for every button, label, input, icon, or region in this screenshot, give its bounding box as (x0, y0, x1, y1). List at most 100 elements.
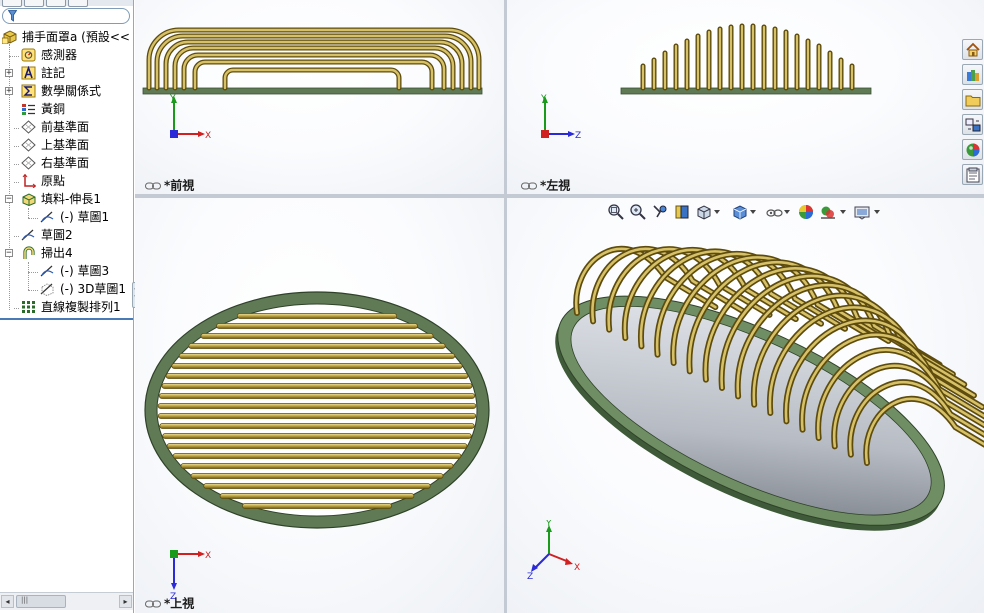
tree-item-label: 右基準面 (41, 156, 90, 170)
tree-item-label: 掃出4 (41, 246, 73, 260)
view-settings-button[interactable] (853, 203, 871, 221)
viewport-isometric[interactable]: Y X Z (507, 198, 984, 613)
wire-bar (165, 373, 469, 379)
wire-bar (180, 463, 454, 469)
configuration-manager-tab[interactable] (46, 0, 66, 7)
apply-scene-button[interactable] (819, 203, 837, 221)
view-triad: Y X (169, 94, 211, 141)
feature-manager-tree: 捕手面罩a (預設<< 感測器 + 註記 + 數學關係式 黃銅 前基準面 上基準… (0, 0, 134, 613)
sketch-icon (40, 265, 54, 277)
triad-x-label: X (574, 563, 580, 573)
link-views-icon (521, 182, 537, 189)
wire-bar (158, 393, 476, 399)
view-palette-icon (965, 118, 981, 132)
filter-icon (8, 10, 17, 22)
wire-bar (159, 423, 475, 429)
zoom-to-fit-icon (608, 204, 624, 220)
property-manager-tab[interactable] (24, 0, 44, 7)
task-pane (961, 37, 984, 185)
collapse-toggle[interactable]: − (5, 249, 13, 258)
viewport-left[interactable]: Y Z *左視 (507, 0, 984, 194)
wire-bar (203, 483, 431, 489)
previous-view-button[interactable] (651, 203, 669, 221)
wire-bar (236, 313, 398, 319)
tree-item-label: 感測器 (41, 48, 78, 62)
apply-scene-icon (821, 206, 835, 219)
3d-sketch-icon (40, 283, 54, 296)
tree-item-label: 註記 (41, 66, 66, 80)
hide-show-items-button[interactable] (765, 203, 783, 221)
tree-tab-strip (0, 0, 133, 7)
equations-icon (21, 84, 36, 98)
task-pane-appearances-button[interactable] (962, 139, 983, 160)
annotations-icon (21, 66, 36, 80)
triad-y-label: Y (540, 94, 547, 104)
view-orientation-icon (697, 205, 711, 220)
appearances-scenes-icon (966, 143, 980, 157)
wire-bar (166, 443, 468, 449)
triad-z-label: Z (575, 131, 581, 141)
dim-xpert-tab[interactable] (68, 0, 88, 7)
task-pane-design-library-button[interactable] (962, 64, 983, 85)
task-pane-file-explorer-button[interactable] (962, 89, 983, 110)
zoom-to-fit-button[interactable] (607, 203, 625, 221)
part-icon (2, 30, 17, 44)
triad-x-label: X (205, 131, 211, 141)
tree-horizontal-scrollbar[interactable]: ◂ ||| ▸ (0, 592, 133, 610)
display-style-icon (733, 205, 747, 220)
tree-item-label: (-) 草圖3 (60, 264, 110, 278)
edit-appearance-button[interactable] (797, 203, 815, 221)
expand-toggle[interactable]: + (5, 87, 13, 96)
origin-icon (22, 174, 36, 188)
custom-properties-icon (966, 167, 980, 183)
hide-show-items-icon (766, 209, 783, 217)
view-triad: Y Z (540, 94, 581, 141)
previous-view-icon (653, 205, 667, 218)
material-icon (22, 104, 35, 115)
linear-pattern-icon (22, 301, 35, 313)
display-style-button[interactable] (731, 203, 749, 221)
zoom-to-area-button[interactable] (629, 203, 647, 221)
view-orientation-button[interactable] (695, 203, 713, 221)
scroll-right-arrow-icon[interactable]: ▸ (119, 595, 132, 608)
plane-icon (21, 138, 36, 152)
view-triad: X Z (170, 550, 211, 600)
wire-bar (161, 383, 473, 389)
expand-toggle[interactable]: + (5, 69, 13, 78)
link-views-icon (145, 182, 161, 189)
link-views-icon (145, 600, 161, 607)
triad-z-label: Z (527, 572, 533, 580)
view-triad: Y X Z (527, 520, 580, 580)
tree-item-label: (-) 草圖1 (60, 210, 110, 224)
sensor-icon (21, 48, 36, 62)
sketch-icon (40, 211, 54, 223)
tree-filter-input[interactable] (2, 8, 130, 24)
file-explorer-icon (965, 95, 981, 107)
viewport-top[interactable]: X Z *上視 (135, 198, 504, 613)
tree-item-label: 原點 (41, 174, 66, 188)
scroll-left-arrow-icon[interactable]: ◂ (1, 595, 14, 608)
wire-bar (171, 363, 463, 369)
tree-item-label: 黃銅 (41, 102, 66, 116)
feature-manager-tab[interactable] (2, 0, 22, 7)
task-pane-view-palette-button[interactable] (962, 114, 983, 135)
wire-bar (216, 323, 418, 329)
wire-bar (178, 353, 456, 359)
viewport-front[interactable]: Y X *前視 (135, 0, 504, 194)
zoom-to-area-icon (630, 204, 646, 220)
section-view-button[interactable] (673, 203, 691, 221)
extrude-icon (22, 193, 36, 206)
tree-item-label: 直線複製排列1 (41, 300, 121, 314)
plane-icon (21, 120, 36, 134)
wire-bar (219, 493, 415, 499)
task-pane-custom-properties-button[interactable] (962, 164, 983, 185)
wire-bar (190, 473, 444, 479)
collapse-toggle[interactable]: − (5, 195, 13, 204)
triad-y-label: Y (169, 94, 176, 104)
wire-bar (188, 343, 446, 349)
wire-bar (242, 503, 392, 509)
wire-bar (157, 403, 477, 409)
rollback-bar[interactable] (0, 318, 133, 320)
task-pane-home-button[interactable] (962, 39, 983, 60)
wire-bar (157, 413, 477, 419)
